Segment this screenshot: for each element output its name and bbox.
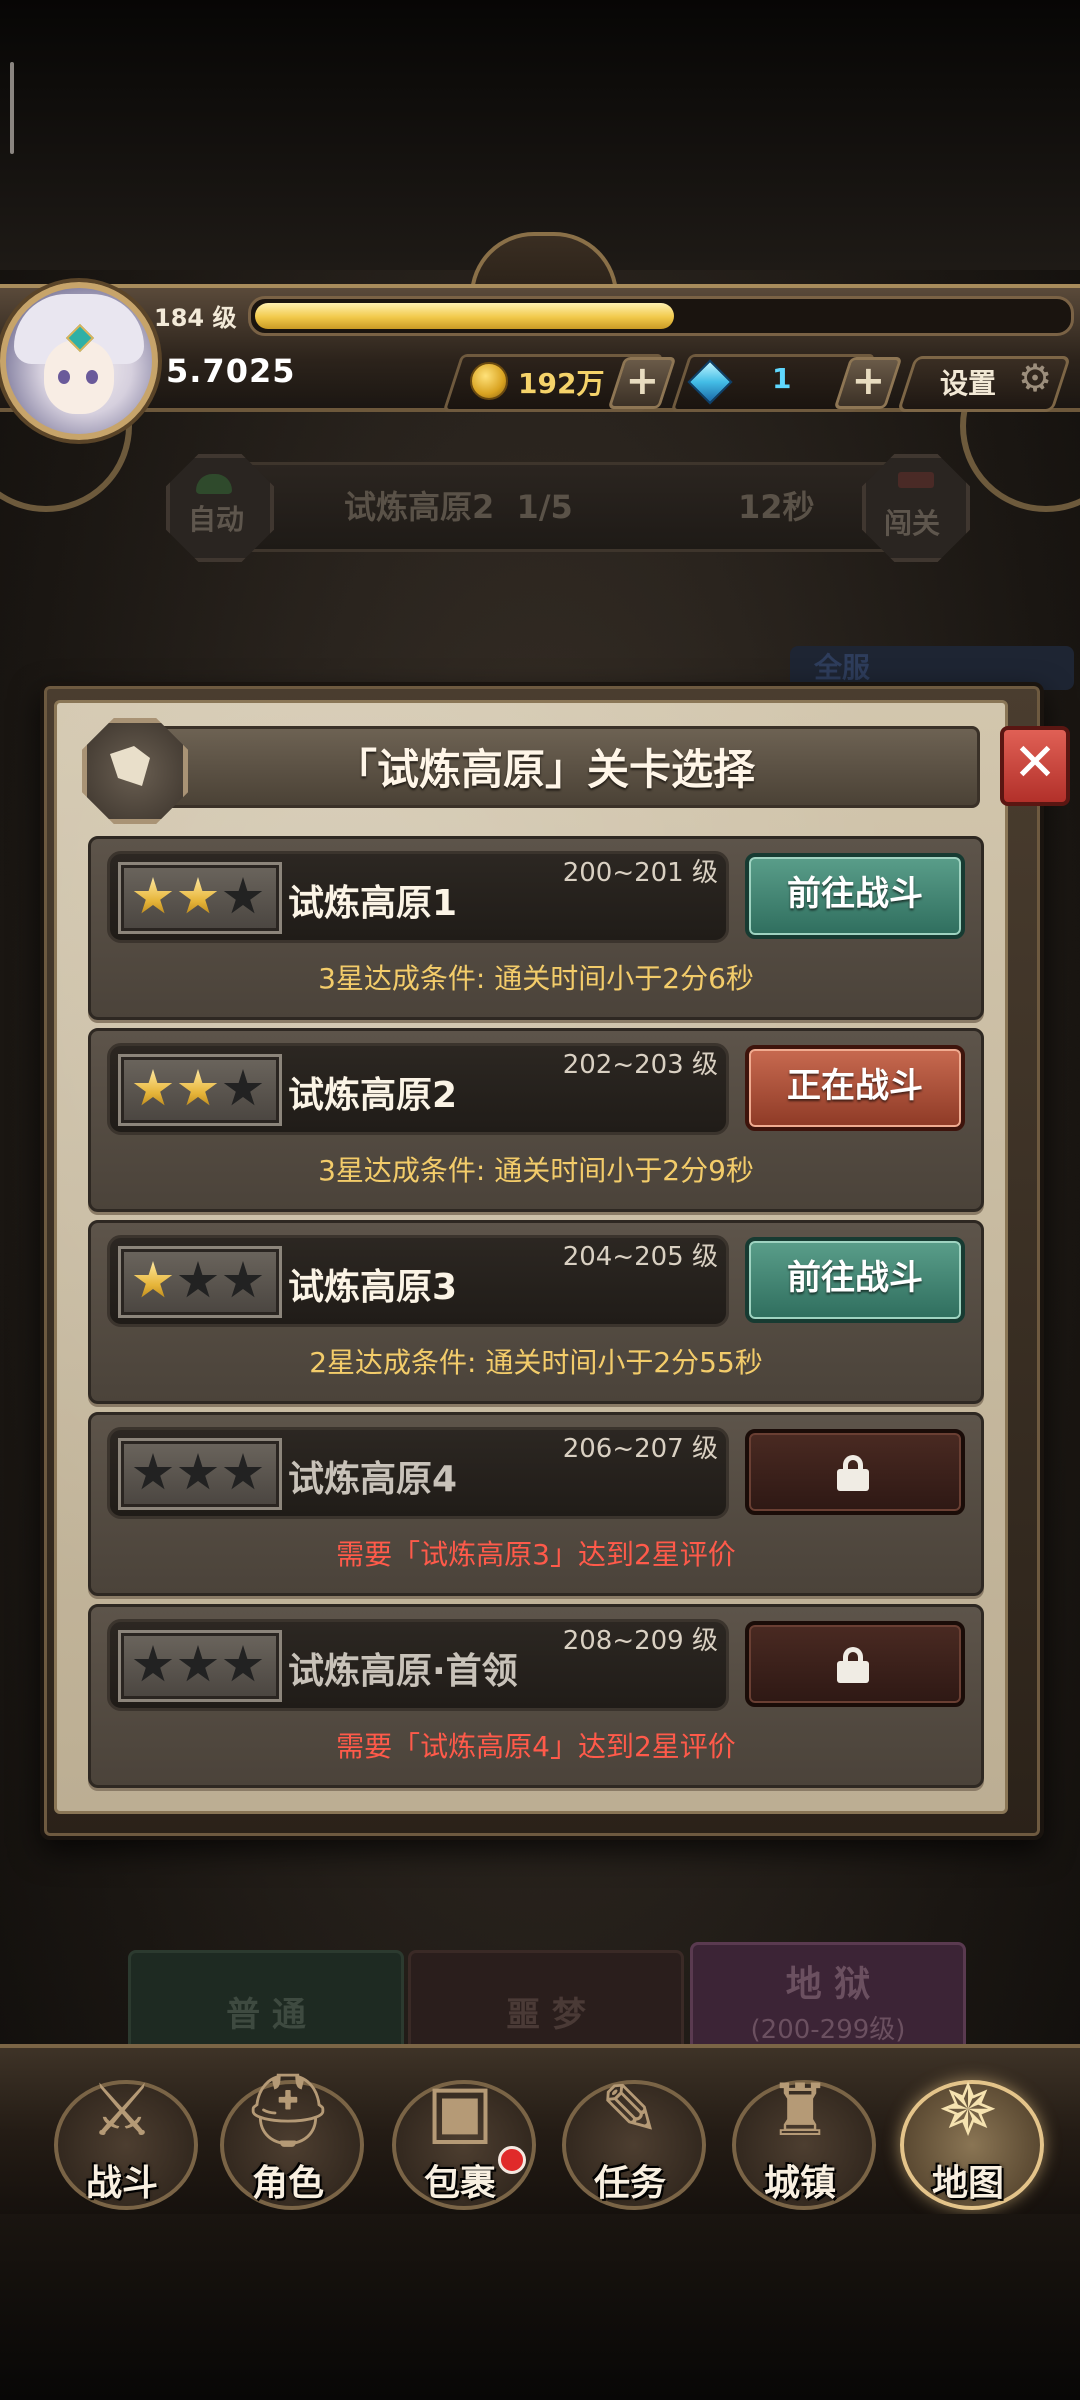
close-button[interactable]: ✕: [1000, 726, 1070, 806]
map-icon: ✵: [937, 2068, 999, 2152]
star-icon: [223, 1453, 263, 1490]
locked-stage-button[interactable]: [745, 1621, 965, 1707]
star-rating: [118, 1438, 282, 1510]
star-icon: [178, 1069, 218, 1106]
stage-level-range: 202~203 级: [562, 1050, 718, 1080]
nav-quests[interactable]: ✎ 任务: [550, 2050, 710, 2214]
stage-info: 试炼高原2 202~203 级: [107, 1043, 729, 1135]
stage-name: 试炼高原2: [288, 1075, 458, 1116]
nav-character[interactable]: ⛑ 角色: [208, 2050, 368, 2214]
stage-row: 试炼高原3 204~205 级 前往战斗 2星达成条件: 通关时间小于2分55秒: [88, 1220, 984, 1404]
battle-shield-icon: ⚔: [89, 2068, 155, 2152]
gold-amount: 192万: [518, 367, 605, 400]
go-battle-button[interactable]: 前往战斗: [745, 853, 965, 939]
gold-coin-icon: [470, 362, 508, 400]
notification-badge: [498, 2146, 526, 2174]
nav-town[interactable]: ♜ 城镇: [720, 2050, 880, 2214]
star-icon: [178, 1453, 218, 1490]
nav-label: 任务: [593, 2163, 666, 2204]
stage-info: 试炼高原·首领 208~209 级: [107, 1619, 729, 1711]
tab-hell-level-range: (200-299级): [750, 2015, 906, 2045]
stage-info: 试炼高原1 200~201 级: [107, 851, 729, 943]
star-rating: [118, 1246, 282, 1318]
star-icon: [133, 1069, 173, 1106]
star-icon: [178, 1645, 218, 1682]
dialog-title: 「试炼高原」关卡选择: [334, 745, 755, 794]
challenge-label: 闯关: [884, 507, 941, 540]
stage-level-range: 208~209 级: [562, 1626, 718, 1656]
stage-condition: 2星达成条件: 通关时间小于2分55秒: [309, 1346, 763, 1379]
avatar-eye: [58, 370, 70, 384]
xp-bar-fill: [255, 303, 674, 329]
star-icon: [178, 877, 218, 914]
tab-hell-label: 地 狱: [785, 1964, 871, 2005]
star-icon: [223, 1069, 263, 1106]
stage-row: 试炼高原4 206~207 级 需要「试炼高原3」达到2星评价: [88, 1412, 984, 1596]
quest-scroll-icon: ✎: [599, 2068, 661, 2152]
player-avatar[interactable]: [0, 282, 158, 440]
avatar-eye: [86, 370, 98, 384]
lock-icon: [837, 1455, 869, 1491]
stage-row: 试炼高原2 202~203 级 正在战斗 3星达成条件: 通关时间小于2分9秒: [88, 1028, 984, 1212]
player-level: 184 级: [154, 304, 237, 332]
stage-condition: 3星达成条件: 通关时间小于2分9秒: [318, 1154, 754, 1187]
current-stage-progress: 试炼高原2 1/5: [344, 488, 573, 526]
star-icon: [223, 877, 263, 914]
nav-label: 地图: [931, 2163, 1004, 2204]
challenge-indicator-icon: [898, 472, 934, 488]
gear-icon: ⚙: [1018, 356, 1053, 400]
in-battle-button[interactable]: 正在战斗: [745, 1045, 965, 1131]
star-rating: [118, 1630, 282, 1702]
star-icon: [223, 1261, 263, 1298]
star-icon: [223, 1645, 263, 1682]
star-rating: [118, 862, 282, 934]
stage-level-range: 200~201 级: [562, 858, 718, 888]
stage-row: 试炼高原1 200~201 级 前往战斗 3星达成条件: 通关时间小于2分6秒: [88, 836, 984, 1020]
battle-timer: 12秒: [738, 488, 815, 526]
bottom-shade: [0, 2214, 1080, 2400]
stage-level-range: 206~207 级: [562, 1434, 718, 1464]
stage-row: 试炼高原·首领 208~209 级 需要「试炼高原4」达到2星评价: [88, 1604, 984, 1788]
top-shade: [0, 0, 1080, 270]
stage-condition: 3星达成条件: 通关时间小于2分6秒: [318, 962, 754, 995]
nav-label: 城镇: [763, 2163, 836, 2204]
stage-requirement: 需要「试炼高原3」达到2星评价: [336, 1538, 736, 1571]
star-icon: [133, 1645, 173, 1682]
star-rating: [118, 1054, 282, 1126]
stage-name: 试炼高原1: [288, 883, 458, 924]
nav-label: 战斗: [85, 2163, 158, 2204]
locked-stage-button[interactable]: [745, 1429, 965, 1515]
stage-info: 试炼高原3 204~205 级: [107, 1235, 729, 1327]
nav-map[interactable]: ✵ 地图: [888, 2050, 1048, 2214]
settings-label: 设置: [940, 367, 997, 400]
power-value: 5.7025: [166, 352, 296, 390]
backpack-icon: ▣: [425, 2068, 495, 2152]
nav-label: 角色: [251, 2163, 324, 2204]
star-icon: [133, 1261, 173, 1298]
xp-bar: [248, 296, 1074, 336]
castle-tower-icon: ♜: [767, 2068, 833, 2152]
stage-level-range: 204~205 级: [562, 1242, 718, 1272]
stage-name: 试炼高原4: [288, 1459, 458, 1500]
stage-name: 试炼高原·首领: [288, 1651, 518, 1692]
stage-requirement: 需要「试炼高原4」达到2星评价: [336, 1730, 736, 1763]
nav-battle[interactable]: ⚔ 战斗: [42, 2050, 202, 2214]
helmet-icon: ⛑: [242, 2068, 334, 2152]
stage-name: 试炼高原3: [288, 1267, 458, 1308]
auto-battle-label: 自动: [188, 503, 245, 536]
gem-amount: 1: [772, 362, 792, 395]
star-icon: [178, 1261, 218, 1298]
lock-icon: [837, 1647, 869, 1683]
star-icon: [133, 877, 173, 914]
stage-info: 试炼高原4 206~207 级: [107, 1427, 729, 1519]
go-battle-button[interactable]: 前往战斗: [745, 1237, 965, 1323]
status-indicator: [10, 62, 14, 154]
star-icon: [133, 1453, 173, 1490]
nav-inventory[interactable]: ▣ 包裹: [380, 2050, 540, 2214]
